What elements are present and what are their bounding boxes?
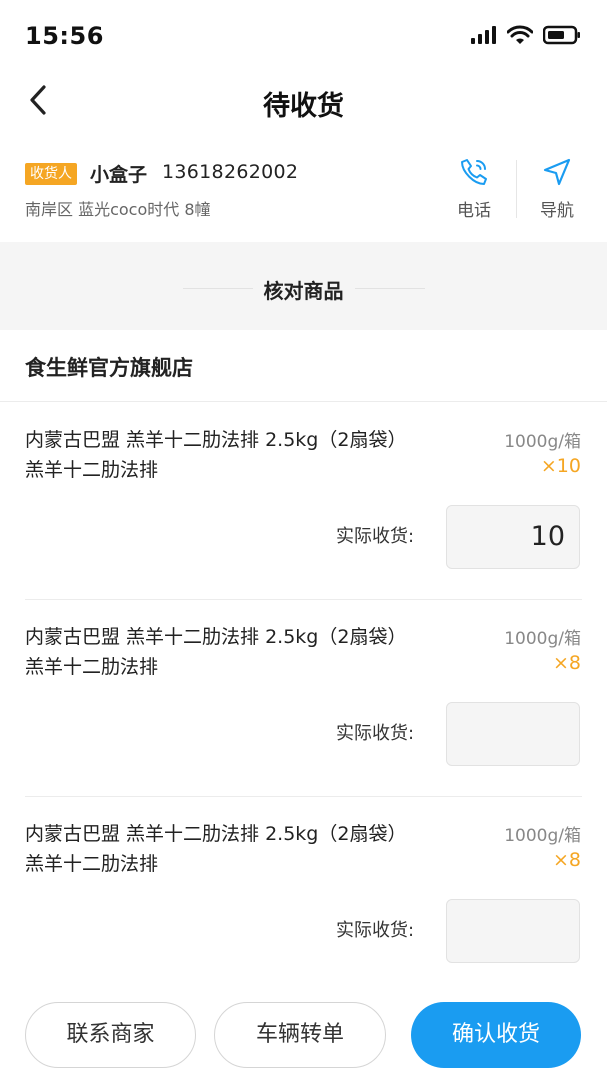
item-spec: 1000g/箱 bbox=[504, 629, 581, 649]
navigate-label: 导航 bbox=[540, 201, 574, 221]
item-quantity: ×8 bbox=[552, 849, 581, 871]
status-icons bbox=[471, 25, 581, 49]
item-name: 内蒙古巴盟 羔羊十二肋法排 2.5kg（2扇袋）羔羊十二肋法排 bbox=[25, 626, 407, 678]
vehicle-transfer-button[interactable]: 车辆转单 bbox=[214, 1002, 386, 1068]
received-label: 实际收货: bbox=[336, 526, 415, 547]
receiver-address: 南岸区 蓝光coco时代 8幢 bbox=[25, 200, 211, 219]
list-item: 内蒙古巴盟 羔羊十二肋法排 2.5kg（2扇袋）羔羊十二肋法排 1000g/箱 … bbox=[0, 403, 607, 600]
phone-icon bbox=[458, 156, 490, 192]
item-spec: 1000g/箱 bbox=[504, 432, 581, 452]
received-quantity-input[interactable] bbox=[446, 899, 580, 963]
list-item: 内蒙古巴盟 羔羊十二肋法排 2.5kg（2扇袋）羔羊十二肋法排 1000g/箱 … bbox=[0, 797, 607, 994]
wifi-icon bbox=[506, 25, 534, 49]
verify-section-header: 核对商品 bbox=[0, 242, 607, 330]
battery-icon bbox=[542, 25, 581, 49]
nav-bar: 待收货 bbox=[0, 70, 607, 134]
shop-row: 食生鲜官方旗舰店 bbox=[0, 330, 607, 402]
verify-title: 核对商品 bbox=[263, 279, 344, 303]
action-divider bbox=[516, 160, 517, 218]
signal-icon bbox=[471, 26, 497, 48]
contact-merchant-button[interactable]: 联系商家 bbox=[25, 1002, 196, 1068]
call-button[interactable]: 电话 bbox=[444, 156, 504, 221]
item-spec: 1000g/箱 bbox=[504, 826, 581, 846]
receiver-info: 收货人 小盒子 13618262002 南岸区 蓝光coco时代 8幢 电话 导… bbox=[0, 146, 607, 242]
receiver-phone: 13618262002 bbox=[162, 161, 299, 183]
received-label: 实际收货: bbox=[336, 723, 415, 744]
receiver-name: 小盒子 bbox=[90, 164, 148, 186]
navigate-button[interactable]: 导航 bbox=[527, 156, 587, 221]
shop-name: 食生鲜官方旗舰店 bbox=[25, 356, 193, 380]
status-bar: 15:56 bbox=[0, 0, 607, 70]
list-item: 内蒙古巴盟 羔羊十二肋法排 2.5kg（2扇袋）羔羊十二肋法排 1000g/箱 … bbox=[0, 600, 607, 797]
confirm-receipt-button[interactable]: 确认收货 bbox=[411, 1002, 581, 1068]
divider-line-right bbox=[355, 288, 425, 289]
call-label: 电话 bbox=[457, 201, 491, 221]
received-quantity-input[interactable] bbox=[446, 702, 580, 766]
received-quantity-input[interactable]: 10 bbox=[446, 505, 580, 569]
status-time: 15:56 bbox=[25, 22, 104, 50]
received-label: 实际收货: bbox=[336, 920, 415, 941]
item-name: 内蒙古巴盟 羔羊十二肋法排 2.5kg（2扇袋）羔羊十二肋法排 bbox=[25, 823, 407, 875]
item-quantity: ×8 bbox=[552, 652, 581, 674]
page-title: 待收货 bbox=[263, 91, 344, 122]
receiver-tag: 收货人 bbox=[25, 163, 77, 185]
footer-actions: 联系商家 车辆转单 确认收货 bbox=[0, 990, 607, 1080]
item-quantity: ×10 bbox=[540, 455, 581, 477]
item-name: 内蒙古巴盟 羔羊十二肋法排 2.5kg（2扇袋）羔羊十二肋法排 bbox=[25, 429, 407, 481]
navigation-icon bbox=[541, 156, 573, 192]
